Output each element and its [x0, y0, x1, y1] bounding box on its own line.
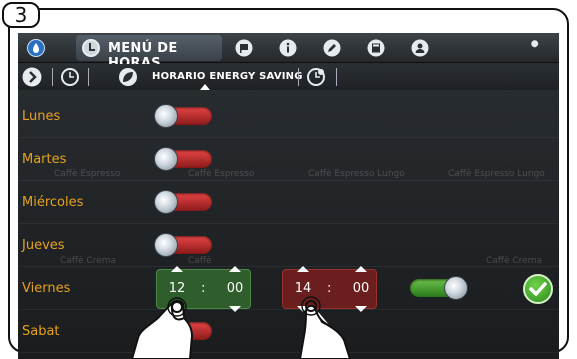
day-label: Martes — [22, 152, 67, 167]
day-row-wednesday: Miércoles — [18, 181, 559, 224]
pencil-icon[interactable] — [322, 38, 342, 58]
step-number-badge: 3 — [2, 2, 40, 28]
divider — [336, 68, 337, 86]
end-minute-up-arrow[interactable] — [355, 266, 367, 272]
tab-hours-menu[interactable]: MENÚ DE HORAS — [76, 35, 222, 71]
time-separator: : — [327, 281, 332, 296]
top-menu-bar: MENÚ DE HORAS — [18, 33, 559, 71]
day-label: Viernes — [22, 281, 71, 296]
time-separator: : — [201, 281, 206, 296]
wrench-icon[interactable] — [524, 38, 544, 58]
background-product-label: Caffè Espresso Lungo — [448, 169, 545, 179]
end-time-picker[interactable]: 14 : 00 — [282, 266, 377, 312]
background-product-label: Caffè Espresso — [188, 169, 255, 179]
start-minute-value[interactable]: 00 — [223, 281, 247, 296]
day-label: Sabat — [22, 324, 60, 339]
toggle-knob[interactable] — [444, 276, 468, 300]
day-row-tuesday: Martes Caffè Espresso Caffè Espresso Caf… — [18, 138, 559, 181]
flag-icon[interactable] — [234, 38, 254, 58]
machine-touchscreen: MENÚ DE HORAS — [18, 33, 559, 359]
day-row-friday: Viernes 12 : 00 14 : 00 — [18, 266, 559, 312]
day-row-monday: Lunes — [18, 95, 559, 138]
water-drop-icon[interactable] — [26, 38, 46, 58]
sub-menu-bar: HORARIO ENERGY SAVING — [18, 64, 559, 90]
background-product-label: Caffè Crema — [60, 256, 117, 266]
day-toggle-friday[interactable] — [410, 276, 468, 300]
background-product-label: Caffè Crema — [486, 256, 543, 266]
day-toggle-wednesday[interactable] — [154, 190, 212, 214]
day-row-thursday: Jueves Caffè Crema Caffè Caffè Crema — [18, 224, 559, 267]
leaf-icon[interactable] — [118, 67, 138, 87]
start-minute-up-arrow[interactable] — [229, 266, 241, 272]
day-label: Jueves — [22, 238, 65, 253]
active-tab-indicator — [200, 84, 210, 90]
clock-icon — [82, 39, 100, 57]
start-time-picker[interactable]: 12 : 00 — [156, 266, 251, 312]
toggle-knob[interactable] — [154, 147, 178, 171]
background-product-label: Caffè Espresso — [54, 169, 121, 179]
info-icon[interactable] — [278, 38, 298, 58]
day-label: Miércoles — [22, 195, 84, 210]
end-hour-up-arrow[interactable] — [297, 266, 309, 272]
user-icon[interactable] — [410, 38, 430, 58]
background-product-label: Caffè Espresso Lungo — [308, 169, 405, 179]
arrow-right-icon[interactable] — [22, 67, 42, 87]
calculator-icon[interactable] — [366, 38, 386, 58]
toggle-knob[interactable] — [154, 190, 178, 214]
clock-drop-icon[interactable] — [306, 67, 326, 87]
day-toggle-thursday[interactable] — [154, 233, 212, 257]
day-toggle-monday[interactable] — [154, 104, 212, 128]
manual-illustration: 3 MENÚ DE HORAS — [0, 0, 577, 359]
tab-energy-saving-label[interactable]: HORARIO ENERGY SAVING — [152, 71, 303, 82]
confirm-button[interactable] — [523, 274, 553, 304]
day-row-saturday: Sabat — [18, 310, 559, 353]
checkmark-icon — [529, 282, 547, 296]
start-hour-value[interactable]: 12 — [165, 281, 189, 296]
background-product-label: Caffè — [188, 256, 212, 266]
start-hour-up-arrow[interactable] — [171, 266, 183, 272]
day-toggle-tuesday[interactable] — [154, 147, 212, 171]
end-hour-value[interactable]: 14 — [291, 281, 315, 296]
toggle-knob[interactable] — [154, 104, 178, 128]
divider — [52, 68, 53, 86]
toggle-knob[interactable] — [154, 319, 178, 343]
end-minute-value[interactable]: 00 — [349, 281, 373, 296]
toggle-knob[interactable] — [154, 233, 178, 257]
clock-power-icon[interactable] — [60, 67, 80, 87]
day-label: Lunes — [22, 109, 61, 124]
divider — [88, 68, 89, 86]
divider — [298, 68, 299, 86]
day-toggle-saturday[interactable] — [154, 319, 212, 343]
